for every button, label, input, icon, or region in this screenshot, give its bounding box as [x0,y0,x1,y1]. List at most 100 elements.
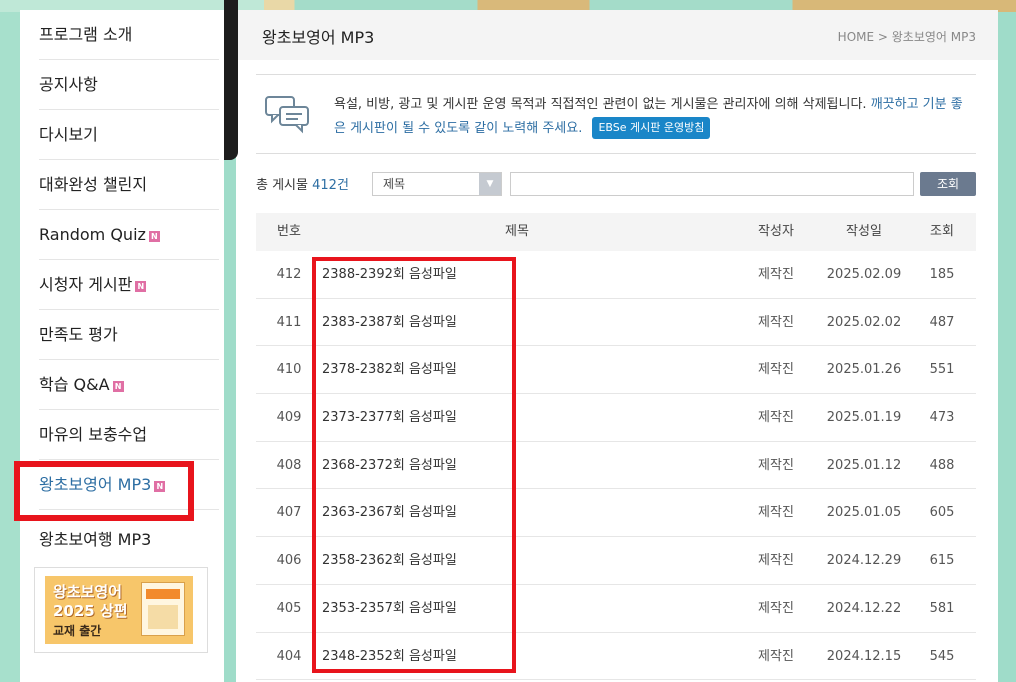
post-views: 581 [929,600,955,616]
post-writer: 제작진 [758,457,794,473]
notice-text: 욕설, 비방, 광고 및 게시판 운영 목적과 직접적인 관련이 없는 게시물은… [334,93,964,141]
chevron-down-icon[interactable]: ▼ [479,173,501,195]
post-date: 2025.01.19 [826,410,902,426]
sidebar-item-learning-qa[interactable]: 학습 Q&A N [39,360,219,410]
post-title-link[interactable]: 2383-2387회 음성파일 [322,299,457,346]
page-header: 왕초보영어 MP3 HOME > 왕초보영어 MP3 [236,10,998,60]
sidebar-item-viewer-board[interactable]: 시청자 게시판 N [39,260,219,310]
post-views: 488 [929,457,955,473]
post-views: 615 [929,553,955,569]
post-number: 405 [276,600,302,616]
notice-main-text: 욕설, 비방, 광고 및 게시판 운영 목적과 직접적인 관련이 없는 게시물은… [334,97,867,112]
post-views: 551 [929,362,955,378]
sidebar-item-notices[interactable]: 공지사항 [39,60,219,110]
sidebar-item-label: 공지사항 [39,75,98,94]
sidebar-item-label: 시청자 게시판 [39,275,133,294]
sidebar-item-replay[interactable]: 다시보기 [39,110,219,160]
table-row: 404 2348-2352회 음성파일 제작진 2024.12.15 545 [256,633,976,681]
table-row: 412 2388-2392회 음성파일 제작진 2025.02.09 185 [256,251,976,299]
banner-line3: 교재 출간 [53,624,102,638]
sidebar-item-label: 마유의 보충수업 [39,425,148,444]
posts-table: 번호 제목 작성자 작성일 조회 412 2388-2392회 음성파일 제작진… [256,213,976,681]
column-header-views: 조회 [930,224,954,239]
post-title-link[interactable]: 2363-2367회 음성파일 [322,489,457,536]
sidebar-item-beginner-english-mp3[interactable]: 왕초보영어 MP3 N [39,460,219,510]
post-date: 2024.12.22 [826,600,902,616]
post-title-link[interactable]: 2388-2392회 음성파일 [322,251,457,298]
sidebar-item-label: 프로그램 소개 [39,25,133,44]
left-decoration [0,12,20,682]
post-title-link[interactable]: 2348-2352회 음성파일 [322,633,457,680]
post-views: 487 [929,314,955,330]
post-writer: 제작진 [758,410,794,426]
post-views: 545 [929,648,955,664]
sidebar-item-label: 학습 Q&A [39,375,110,394]
new-badge-icon: N [154,481,166,492]
search-field-select[interactable]: 제목 ▼ [372,172,502,196]
post-number: 411 [276,314,302,330]
post-date: 2024.12.15 [826,648,902,664]
post-views: 473 [929,410,955,426]
column-header-writer: 작성자 [758,224,794,239]
post-number: 409 [276,410,302,426]
table-row: 411 2383-2387회 음성파일 제작진 2025.02.02 487 [256,299,976,347]
sidebar-item-label: 대화완성 챌린지 [39,175,148,194]
post-date: 2024.12.29 [826,553,902,569]
sidebar-item-beginner-travel-mp3[interactable]: 왕초보여행 MP3 [39,515,219,565]
table-row: 405 2353-2357회 음성파일 제작진 2024.12.22 581 [256,585,976,633]
column-header-no: 번호 [277,224,301,239]
sidebar-item-label: 왕초보여행 MP3 [39,530,152,549]
search-bar: 총 게시물 412건 제목 ▼ 조회 [256,170,976,198]
book-cover-icon [141,582,185,636]
sidebar-item-mayu-supplementary[interactable]: 마유의 보충수업 [39,410,219,460]
post-writer: 제작진 [758,600,794,616]
page-title: 왕초보영어 MP3 [262,28,375,47]
post-title-link[interactable]: 2353-2357회 음성파일 [322,585,457,632]
post-date: 2025.01.12 [826,457,902,473]
new-badge-icon: N [148,231,160,242]
total-posts-count: 412건 [312,178,349,193]
column-header-title: 제목 [505,224,529,239]
post-title-link[interactable]: 2373-2377회 음성파일 [322,394,457,441]
post-title-link[interactable]: 2368-2372회 음성파일 [322,442,457,489]
post-number: 404 [276,648,302,664]
table-row: 407 2363-2367회 음성파일 제작진 2025.01.05 605 [256,489,976,538]
search-input[interactable] [510,172,914,196]
new-badge-icon: N [112,381,124,392]
post-writer: 제작진 [758,553,794,569]
post-number: 406 [276,553,302,569]
sidebar-item-dialogue-challenge[interactable]: 대화완성 챌린지 [39,160,219,210]
post-title-link[interactable]: 2378-2382회 음성파일 [322,346,457,393]
post-views: 185 [929,267,955,282]
post-title-link[interactable]: 2358-2362회 음성파일 [322,537,457,584]
table-row: 409 2373-2377회 음성파일 제작진 2025.01.19 473 [256,394,976,442]
sidebar-item-label: Random Quiz [39,225,146,244]
board-notice: 욕설, 비방, 광고 및 게시판 운영 목적과 직접적인 관련이 없는 게시물은… [256,74,976,154]
chat-bubbles-icon [265,96,309,134]
post-views: 605 [929,505,955,521]
sidebar-item-program-intro[interactable]: 프로그램 소개 [39,10,219,60]
column-header-date: 작성일 [846,224,882,239]
search-field-value: 제목 [383,177,406,191]
post-number: 407 [276,505,302,521]
textbook-banner[interactable]: 왕초보영어 2025 상편 교재 출간 [34,567,208,653]
breadcrumb[interactable]: HOME > 왕초보영어 MP3 [838,28,976,45]
sidebar-item-satisfaction-survey[interactable]: 만족도 평가 [39,310,219,360]
post-date: 2025.01.05 [826,505,902,521]
sidebar-item-random-quiz[interactable]: Random Quiz N [39,210,219,260]
sidebar-item-label: 만족도 평가 [39,325,118,344]
post-writer: 제작진 [758,314,794,330]
new-badge-icon: N [135,281,147,292]
post-date: 2025.02.09 [826,267,902,282]
post-writer: 제작진 [758,648,794,664]
main-content: 왕초보영어 MP3 HOME > 왕초보영어 MP3 욕설, 비방, 광고 및 … [236,10,998,682]
table-header: 번호 제목 작성자 작성일 조회 [256,213,976,251]
search-button[interactable]: 조회 [920,172,976,196]
post-number: 410 [276,362,302,378]
post-writer: 제작진 [758,362,794,378]
table-row: 406 2358-2362회 음성파일 제작진 2024.12.29 615 [256,537,976,585]
post-date: 2025.01.26 [826,362,902,378]
total-posts-label: 총 게시물 [256,178,308,193]
post-number: 408 [276,457,302,473]
board-policy-button[interactable]: EBSe 게시판 운영방침 [592,117,711,139]
